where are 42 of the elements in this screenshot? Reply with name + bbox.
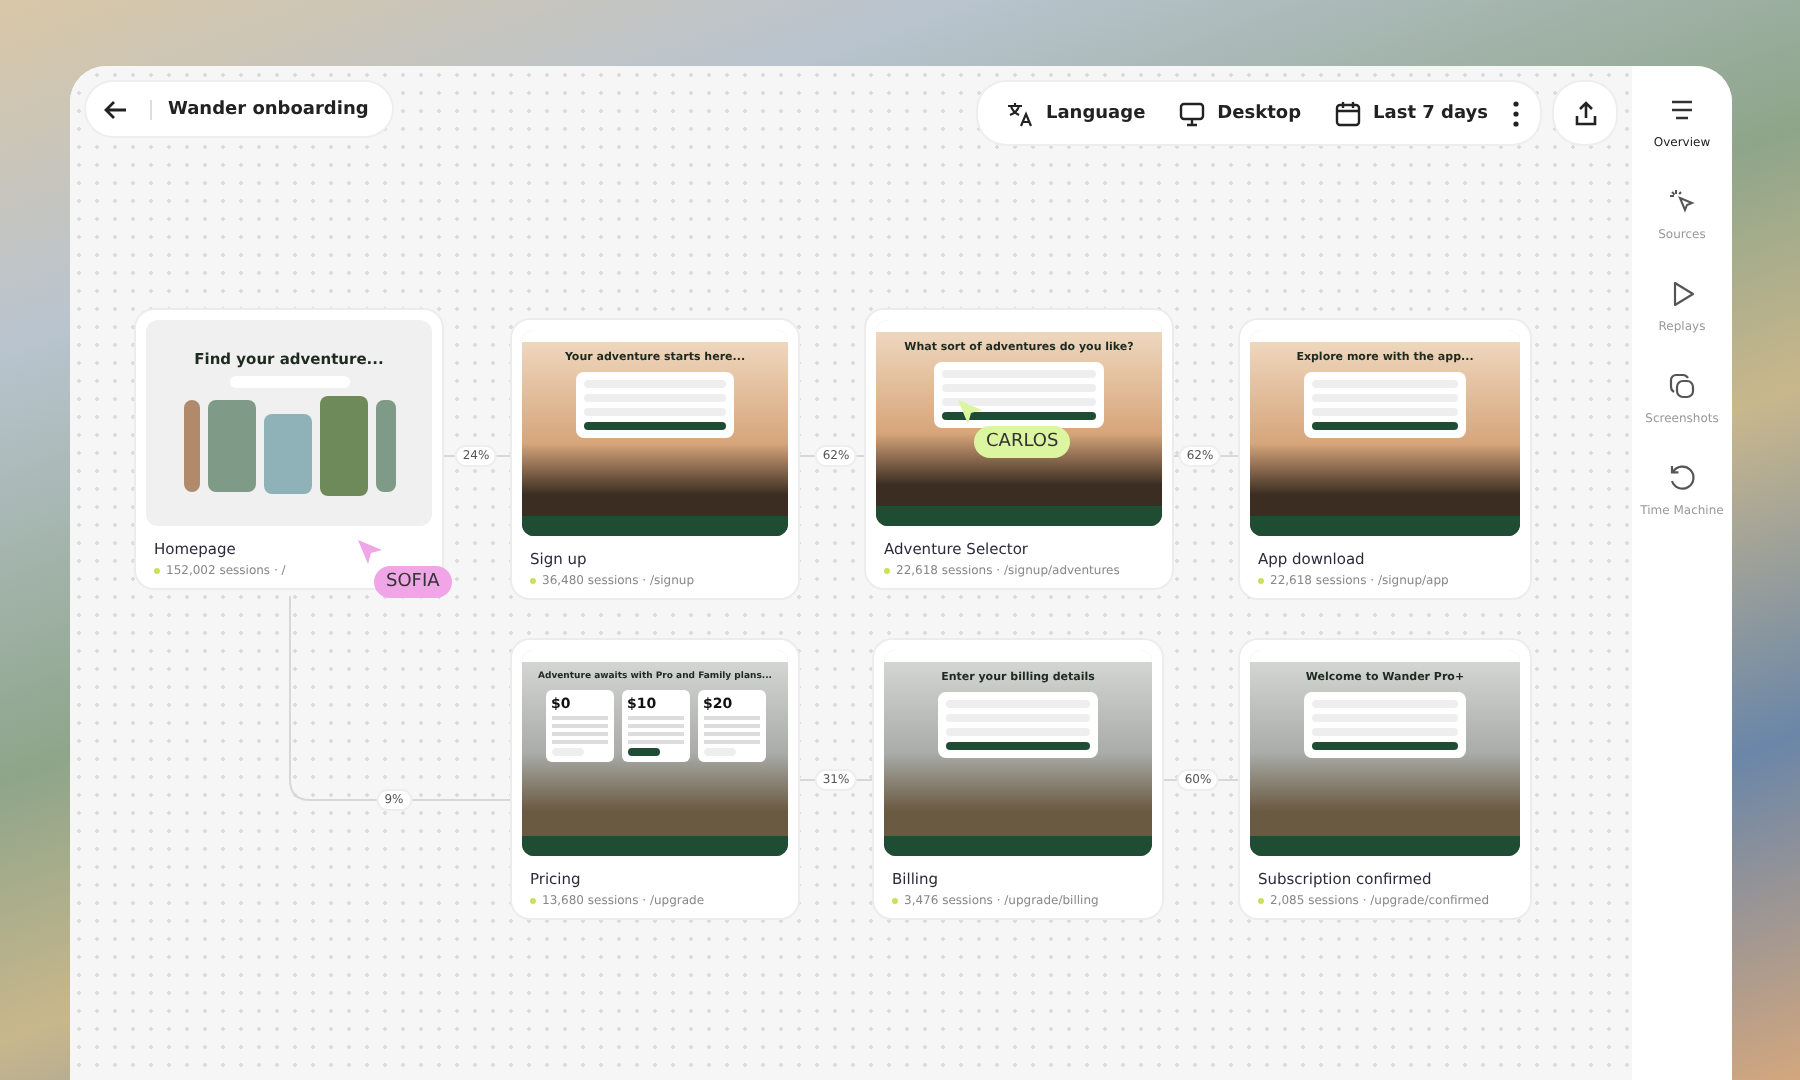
text-line [551, 740, 607, 744]
text-line [703, 716, 759, 720]
status-dot [530, 898, 536, 904]
status-dot [530, 578, 536, 584]
photo-placeholder [375, 400, 395, 492]
share-icon [1571, 99, 1599, 127]
photo-placeholder [207, 400, 255, 492]
text-line [703, 740, 759, 744]
more-button[interactable] [1508, 95, 1524, 131]
stacked-squares-icon [1666, 370, 1698, 402]
back-arrow-icon [102, 95, 130, 123]
submit-button [583, 422, 727, 430]
status-dot [1258, 898, 1264, 904]
text-line [703, 732, 759, 736]
translate-icon [1005, 99, 1034, 127]
filter-button[interactable]: Language [993, 99, 1158, 127]
cursor-label: SOFIA [374, 566, 452, 598]
text-line [703, 724, 759, 728]
photo-placeholder [263, 414, 311, 494]
text-line [551, 716, 607, 720]
plan-button [627, 748, 659, 756]
filter-button[interactable]: Last 7 days [1321, 99, 1500, 127]
photo-placeholder [183, 400, 199, 492]
status-dot [884, 568, 890, 574]
photo-placeholder [319, 396, 367, 496]
status-dot [892, 898, 898, 904]
text-line [551, 732, 607, 736]
text-line [627, 724, 683, 728]
history-icon [1666, 462, 1698, 494]
status-dot [1258, 578, 1264, 584]
text-line [627, 740, 683, 744]
share-button[interactable] [1554, 82, 1616, 144]
monitor-icon [1177, 99, 1206, 127]
text-line [627, 732, 683, 736]
flow-title: Wander onboarding [168, 99, 369, 119]
calendar-icon [1333, 99, 1362, 127]
filter-button[interactable]: Desktop [1165, 99, 1314, 127]
status-dot [154, 568, 160, 574]
text-line [627, 716, 683, 720]
text-line [551, 724, 607, 728]
more-vertical-icon [1512, 99, 1520, 127]
cursor-label: CARLOS [974, 426, 1071, 458]
